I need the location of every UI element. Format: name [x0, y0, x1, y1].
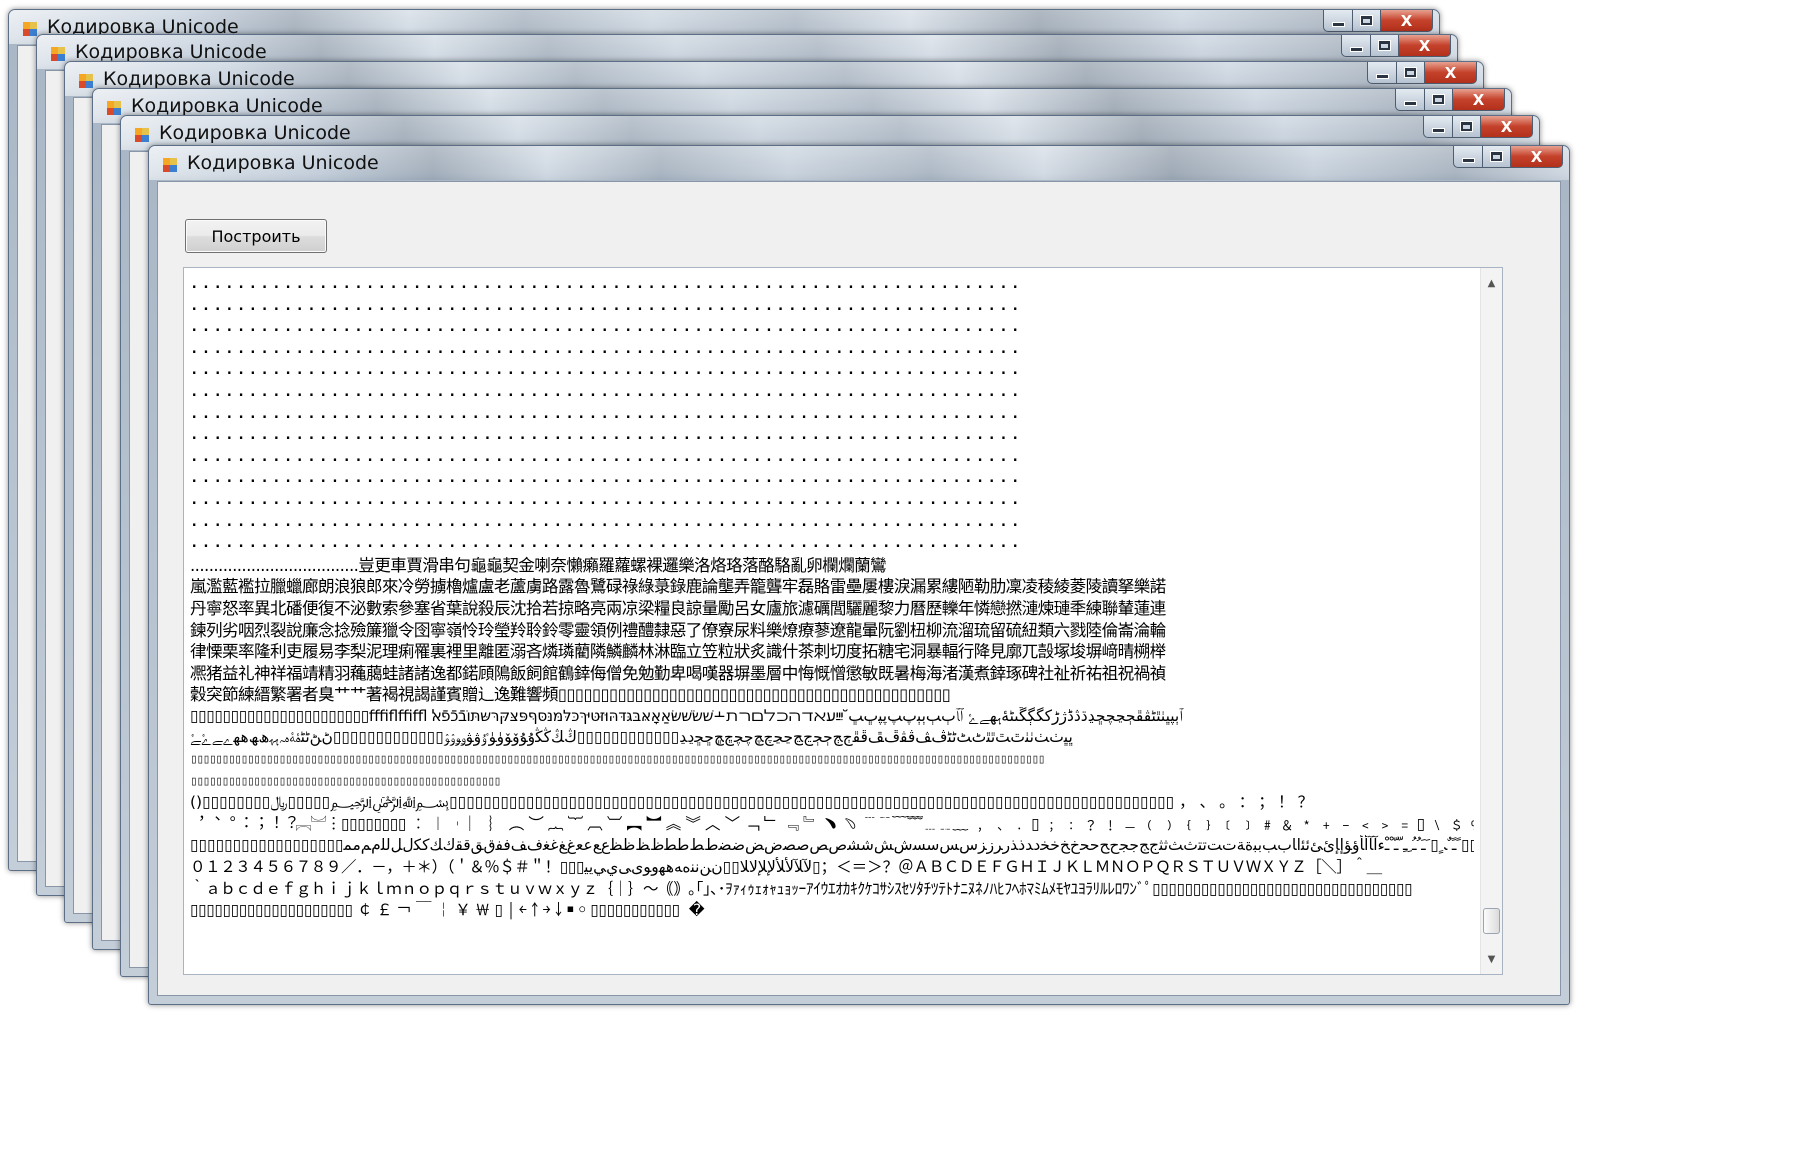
minimize-icon — [1462, 159, 1474, 162]
maximize-icon — [1361, 16, 1372, 25]
close-icon: X — [1530, 147, 1543, 166]
output-textbox[interactable]: ........................................… — [183, 267, 1503, 975]
output-line: ........................................… — [190, 405, 1023, 422]
output-line: ........................................… — [190, 535, 1023, 552]
output-line: 丹寧怒率異北磻便復不泌數索參塞省葉說殺辰沈拾若掠略亮兩凉梁糧良諒量勵呂女廬旅濾礪… — [190, 598, 1166, 618]
maximize-icon — [1461, 122, 1472, 131]
close-button[interactable]: X — [1481, 116, 1533, 138]
minimize-button[interactable] — [1395, 89, 1425, 111]
window-title: Кодировка Unicode — [103, 68, 295, 90]
maximize-icon — [1405, 68, 1416, 77]
close-icon: X — [1444, 63, 1457, 82]
minimize-icon — [1404, 102, 1416, 105]
output-line: ........................................… — [190, 383, 1023, 400]
output-line: ........................................… — [190, 362, 1023, 379]
scroll-up-arrow-icon[interactable]: ▲ — [1481, 274, 1502, 292]
output-line: ｀ａｂｃｄｅｆｇｈｉｊｋｌｍｎｏｐｑｒｓｔｕｖｗｘｙｚ｛｜｝～｟｠｡｢｣､･ｦｧ… — [190, 879, 1413, 898]
output-line: ........................................… — [190, 448, 1023, 465]
output-line: ()▯▯▯▯▯▯▯▯﷼▯▯▯▯▯﷽▯▯▯▯▯▯▯▯▯▯▯▯▯▯▯▯▯▯▯▯▯▯▯… — [190, 793, 1313, 812]
close-button[interactable]: X — [1453, 89, 1505, 111]
minimize-button[interactable] — [1453, 146, 1483, 168]
maximize-button[interactable] — [1483, 146, 1511, 168]
output-line: 律慄栗率隆利吏履易李梨泥理痢罹裏裡里離匿溺吝燐璘藺隣鱗麟林淋臨立笠粒狀炙識什茶刺… — [190, 642, 1166, 662]
output-line: ........................................… — [190, 319, 1023, 336]
output-line: ........................................… — [190, 297, 1023, 314]
output-line: ︐︑︒︓︔︕︖︗︘︙▯▯▯▯▯▯▯▯ ︰ ︱ ︲ ︳ ︴ ︵ ︶ ︷ ︸ ︹ ︺… — [190, 814, 1474, 833]
build-button[interactable]: Построить — [185, 219, 327, 253]
output-line: 嵐濫藍襤拉臘蠟廊朗浪狼郎來冷勞擄櫓爐盧老蘆虜路露魯鷺碌祿綠菉錄鹿論壟弄籠聾牢磊賂… — [190, 577, 1166, 597]
minimize-icon — [1350, 48, 1362, 51]
maximize-button[interactable] — [1353, 10, 1381, 32]
minimize-button[interactable] — [1341, 35, 1371, 57]
output-line: ........................................… — [190, 276, 1023, 292]
window-client-area: Построить ..............................… — [157, 181, 1561, 996]
minimize-button[interactable] — [1323, 10, 1353, 32]
window-title: Кодировка Unicode — [75, 41, 267, 63]
maximize-icon — [1491, 152, 1502, 161]
minimize-icon — [1332, 23, 1344, 26]
maximize-button[interactable] — [1453, 116, 1481, 138]
output-text[interactable]: ........................................… — [184, 268, 1480, 974]
output-line: ........................................… — [190, 470, 1023, 487]
app-icon — [23, 22, 37, 36]
app-icon — [135, 128, 149, 142]
output-line: ▯▯▯▯▯▯▯▯▯▯▯▯▯▯▯▯▯▯▯▯▯▯▯▯▯▯▯▯▯▯▯▯▯▯▯▯▯▯▯▯… — [190, 773, 502, 789]
minimize-icon — [1376, 75, 1388, 78]
close-button[interactable]: X — [1399, 35, 1451, 57]
output-line: ▯▯▯▯▯▯▯▯▯▯▯▯▯▯▯▯▯▯▯▯ ￠ ￡ ￢ ￣ ￤ ￥ ￦ ▯ ￨ ￩… — [190, 901, 705, 920]
output-line: 凞猪益礼神祥福靖精羽蘒﨟蛙諸諸逸都鍩頋隝飯飼館鶴﨨侮僧免勉勤卑喝嘆器塀墨層中悔慨… — [190, 663, 1166, 683]
app-icon — [51, 47, 65, 61]
scroll-thumb[interactable] — [1483, 908, 1500, 934]
window-title: Кодировка Unicode — [187, 152, 379, 174]
window-title: Кодировка Unicode — [131, 95, 323, 117]
close-icon: X — [1418, 36, 1431, 55]
app-icon — [163, 158, 177, 172]
output-line: ﭜﭝﭞﭟﭠﭡﭢﭣﭤﭥﭦﭧﭨﭩﭪﭫﭬﭭﭮﭯﭰﭱﭲﭳﭴﭵﭶﭷﭸﭹﭺﭻﭼﭽﭾﭿﮀﮁﮂﮃ… — [190, 728, 1073, 747]
maximize-button[interactable] — [1371, 35, 1399, 57]
close-icon: X — [1472, 90, 1485, 109]
output-line: ▯▯▯▯▯▯▯▯▯▯▯▯▯▯▯▯▯▯▯▯▯▯▯▯▯▯▯▯▯▯▯▯▯▯▯▯▯▯▯▯… — [190, 752, 1046, 768]
output-line: ▯▯▯▯▯▯▯▯▯▯▯▯▯▯▯▯▯▯ﹰﹱﹲﹳﹴ▯ﹶﹷﹸﹹﹺﹻﹼﹽﹾﹿﺀﺁﺂﺃﺄﺅ… — [190, 836, 1474, 855]
maximize-button[interactable] — [1397, 62, 1425, 84]
minimize-button[interactable] — [1423, 116, 1453, 138]
close-icon: X — [1500, 117, 1513, 136]
app-icon — [107, 101, 121, 115]
minimize-icon — [1432, 129, 1444, 132]
minimize-button[interactable] — [1367, 62, 1397, 84]
output-line: ........................................… — [190, 340, 1023, 357]
close-button[interactable]: X — [1381, 10, 1433, 32]
output-line: ▯▯▯▯▯▯▯▯▯▯▯▯▯▯▯▯▯▯▯▯▯▯ﬀﬁﬂﬃﬄ ٱٻپڀٺٿٹڤڦڄڃچ… — [190, 706, 1183, 725]
scroll-down-arrow-icon[interactable]: ▼ — [1481, 950, 1502, 968]
window-title: Кодировка Unicode — [159, 122, 351, 144]
output-line: ０１２３４５６７８９／．－，＋＊）（＇＆％＄＃＂！▯▯▯ﻵﻶﻷﻸﻹﻺﻻﻼ▯▯ﻥﻦ… — [190, 858, 1382, 877]
output-line: ....................................豈更車賈… — [190, 555, 887, 575]
app-icon — [79, 74, 93, 88]
maximize-icon — [1433, 95, 1444, 104]
output-line: 鍊列劣咽烈裂說廉念捻殮簾獵令囹寧嶺怜玲瑩羚聆鈴零靈領例禮醴隸惡了僚寮尿料樂燎療蓼… — [190, 620, 1166, 640]
output-line: 穀突節練縉繁署者臭艹艹著褐視謁謹賓贈辶逸難響頻▯▯▯▯▯▯▯▯▯▯▯▯▯▯▯▯▯… — [190, 685, 951, 705]
close-icon: X — [1400, 11, 1413, 30]
output-line: ........................................… — [190, 491, 1023, 508]
output-line: ........................................… — [190, 427, 1023, 444]
output-line: ........................................… — [190, 513, 1023, 530]
maximize-button[interactable] — [1425, 89, 1453, 111]
vertical-scrollbar[interactable]: ▲ ▼ — [1480, 268, 1502, 974]
close-button[interactable]: X — [1425, 62, 1477, 84]
main-window: Кодировка Unicode X Построить ..........… — [148, 145, 1570, 1005]
maximize-icon — [1379, 41, 1390, 50]
close-button[interactable]: X — [1511, 146, 1563, 168]
